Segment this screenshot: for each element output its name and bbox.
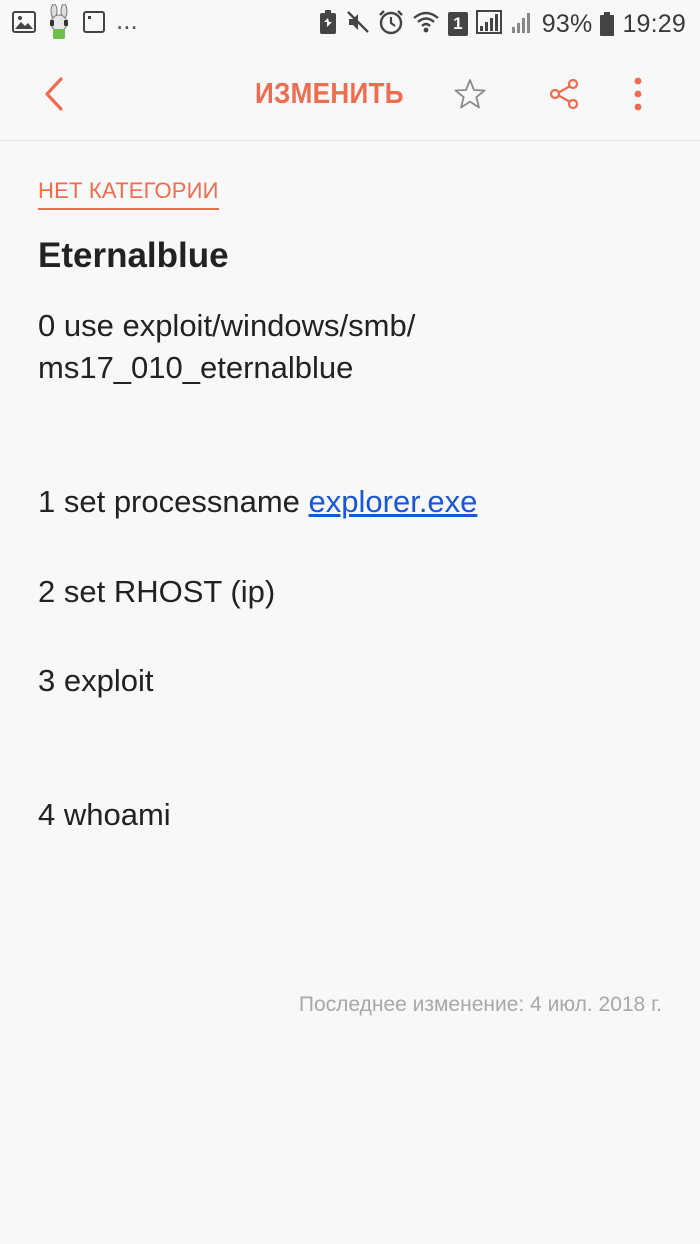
- note-line-0a: 0 use exploit/windows/smb/: [38, 308, 416, 343]
- signal-icon-2: [510, 10, 534, 39]
- battery-icon: [600, 12, 615, 36]
- status-bar: ... 1 93% 19:29: [0, 0, 700, 48]
- note-line-1: 1 set processname explorer.exe: [38, 480, 477, 524]
- edit-button[interactable]: ИЗМЕНИТЬ: [255, 72, 404, 116]
- gallery-icon: [12, 10, 36, 39]
- share-button[interactable]: [540, 70, 588, 118]
- alarm-icon: [378, 9, 404, 40]
- explorer-link[interactable]: explorer.exe: [309, 484, 478, 519]
- note-line-4: 4 whoami: [38, 797, 171, 832]
- battery-saver-icon: [318, 9, 338, 39]
- bunny-app-icon: [46, 3, 72, 45]
- star-icon: [454, 79, 486, 109]
- status-bar-left: ...: [12, 3, 148, 40]
- last-modified-text: Последнее изменение: 4 июл. 2018 г.: [298, 993, 662, 1016]
- status-bar-right: 1 93% 19:29: [310, 8, 686, 40]
- chevron-left-icon: [45, 77, 63, 111]
- note-line-1-text: 1 set processname: [38, 484, 309, 519]
- more-vert-icon: [634, 77, 642, 111]
- mute-icon: [346, 10, 370, 39]
- app-bar: ИЗМЕНИТЬ: [0, 48, 700, 141]
- battery-percent: 93%: [541, 9, 593, 38]
- note-title: Eternalblue: [38, 236, 229, 275]
- back-button[interactable]: [30, 70, 78, 118]
- wifi-icon: [412, 10, 440, 39]
- sim-slot-badge: 1: [447, 12, 468, 36]
- note-line-3: 3 exploit: [38, 663, 154, 698]
- clock: 19:29: [622, 9, 686, 38]
- share-icon: [549, 78, 579, 110]
- more-options-button[interactable]: [614, 70, 662, 118]
- status-more-indicator: ...: [116, 5, 138, 35]
- category-label[interactable]: НЕТ КАТЕГОРИИ: [38, 178, 219, 210]
- signal-icon: [475, 9, 502, 39]
- note-line-0b: ms17_010_eternalblue: [38, 350, 354, 385]
- favorite-button[interactable]: [446, 70, 494, 118]
- note-line-2: 2 set RHOST (ip): [38, 574, 276, 609]
- note-icon: [82, 10, 106, 39]
